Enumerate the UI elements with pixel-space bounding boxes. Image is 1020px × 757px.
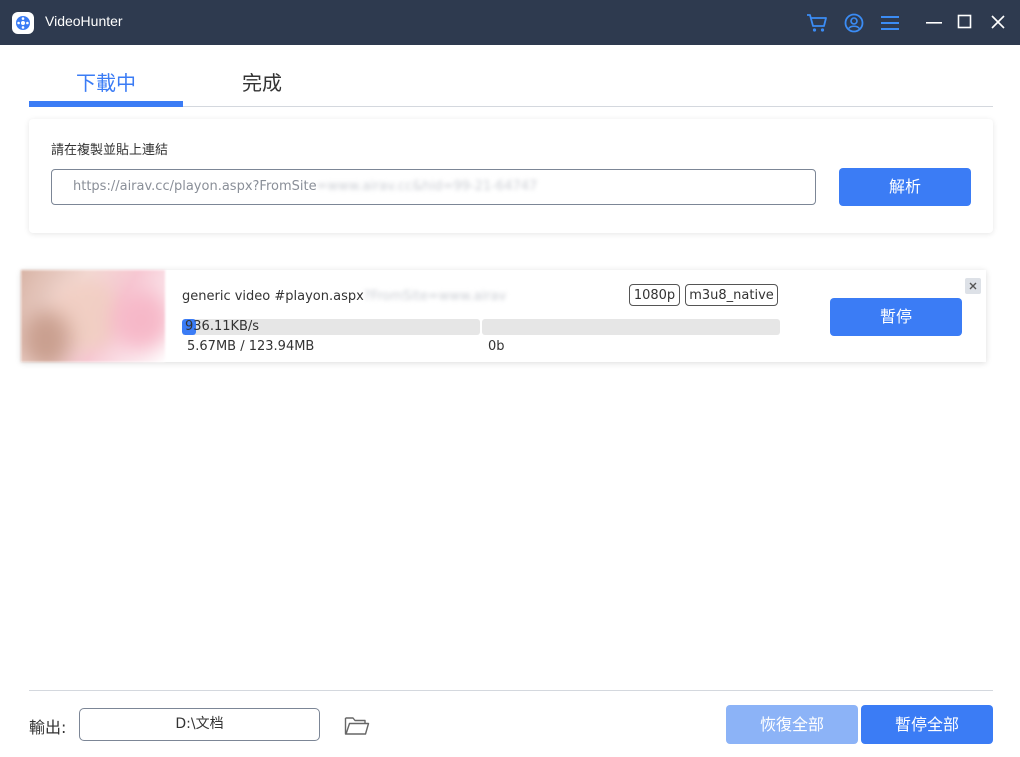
remove-item-close-icon[interactable] <box>965 278 981 294</box>
url-label: 請在複製並貼上連結 <box>51 143 169 158</box>
pause-button[interactable]: 暫停 <box>830 298 962 336</box>
video-thumbnail <box>21 270 165 362</box>
app-title: VideoHunter <box>45 13 123 29</box>
download-size: 5.67MB / 123.94MB <box>187 339 315 354</box>
menu-icon[interactable] <box>879 12 901 34</box>
download-remaining: 0b <box>488 339 505 354</box>
resolution-badge: 1080p <box>629 284 680 306</box>
resume-all-button[interactable]: 恢復全部 <box>726 705 858 744</box>
tab-completed[interactable]: 完成 <box>185 68 339 106</box>
pause-all-button[interactable]: 暫停全部 <box>861 705 993 744</box>
video-title-blurred: ?FromSite=www.airav <box>363 289 507 304</box>
video-title: generic video #playon.aspx?FromSite=www.… <box>182 289 506 304</box>
url-input-value: https://airav.cc/playon.aspx?FromSite <box>73 179 317 194</box>
url-panel: 請在複製並貼上連結 https://airav.cc/playon.aspx?F… <box>29 119 993 233</box>
app-logo-icon <box>12 12 34 34</box>
footer-divider <box>29 690 993 691</box>
video-title-text: generic video #playon.aspx <box>182 289 364 304</box>
download-item: generic video #playon.aspx?FromSite=www.… <box>21 270 986 362</box>
cart-icon[interactable] <box>806 12 828 34</box>
active-tab-indicator <box>29 101 183 107</box>
progress-bar-secondary <box>482 319 780 335</box>
title-bar: VideoHunter <box>0 0 1020 45</box>
minimize-icon[interactable] <box>922 10 946 34</box>
maximize-icon[interactable] <box>953 10 977 34</box>
output-label: 輸出: <box>29 718 67 737</box>
open-folder-icon[interactable] <box>344 714 370 736</box>
output-path-field[interactable]: D:\文档 <box>79 708 320 741</box>
download-speed: 936.11KB/s <box>185 319 260 334</box>
url-input-value-blurred: =www.airav.cc&hid=99-21-64747 <box>316 179 538 194</box>
close-icon[interactable] <box>986 10 1010 34</box>
account-icon[interactable] <box>843 12 865 34</box>
format-badge: m3u8_native <box>685 284 778 306</box>
parse-button[interactable]: 解析 <box>839 168 971 206</box>
url-input[interactable]: https://airav.cc/playon.aspx?FromSite=ww… <box>51 169 816 205</box>
